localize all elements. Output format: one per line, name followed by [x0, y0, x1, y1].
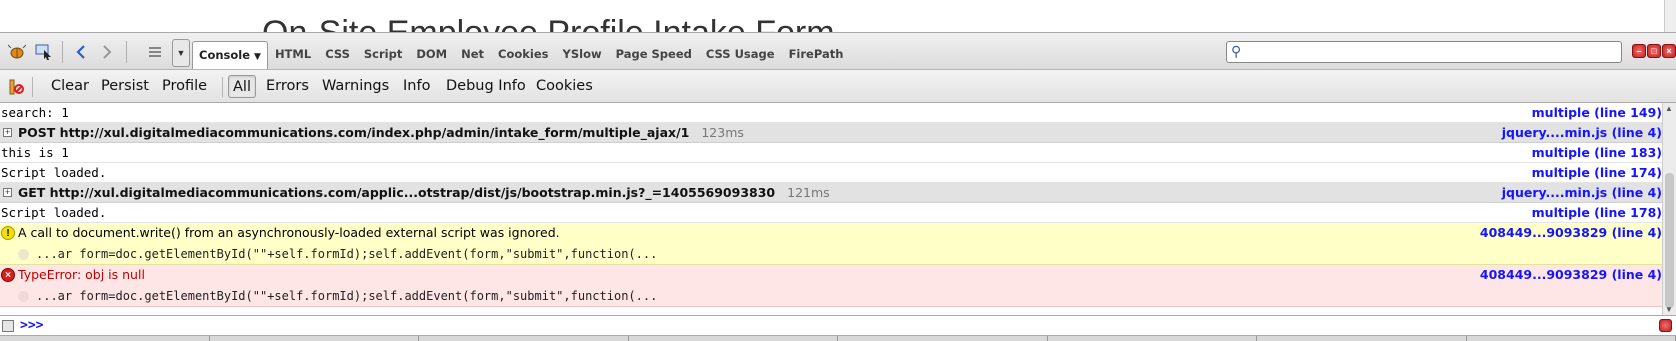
error-icon: × — [1, 268, 15, 282]
breakpoint-icon[interactable] — [18, 291, 29, 302]
close-command-line-icon[interactable] — [1659, 319, 1672, 332]
command-line[interactable]: >>> — [0, 315, 1676, 335]
source-link[interactable]: multiple (line 178) — [1532, 205, 1662, 220]
panel-tabs: Console ▼ HTML CSS Script DOM Net Cookies… — [192, 41, 850, 69]
filter-cookies-button[interactable]: Cookies — [536, 75, 593, 98]
log-row: this is 1 multiple (line 183) — [0, 143, 1662, 163]
panel-menu-dropdown[interactable]: ▼ — [172, 39, 190, 67]
log-row: Script loaded. multiple (line 174) — [0, 163, 1662, 183]
command-prompt: >>> — [20, 318, 44, 333]
close-icon[interactable]: × — [1662, 44, 1676, 58]
back-arrow-icon[interactable] — [70, 42, 92, 62]
forward-arrow-icon[interactable] — [96, 42, 118, 62]
persist-button[interactable]: Persist — [101, 75, 149, 98]
filter-errors-button[interactable]: Errors — [266, 75, 309, 98]
page-scrollbar[interactable] — [1664, 0, 1676, 32]
log-message: this is 1 — [1, 145, 69, 160]
breakpoint-icon[interactable] — [18, 249, 29, 260]
request-time: 121ms — [787, 185, 830, 200]
detach-window-icon[interactable]: □ — [1647, 44, 1661, 58]
tab-console[interactable]: Console ▼ — [192, 41, 268, 69]
tab-css-usage[interactable]: CSS Usage — [699, 41, 782, 69]
tab-firepath[interactable]: FirePath — [782, 41, 851, 69]
scrollbar-thumb[interactable] — [1665, 173, 1674, 308]
warning-row: ! A call to document.write() from an asy… — [0, 223, 1662, 265]
request-url: GET http://xul.digitalmediacommunication… — [18, 185, 776, 200]
console-log: search: 1 multiple (line 149) + POST htt… — [0, 103, 1662, 315]
toolbar-divider — [222, 77, 223, 97]
filter-debug-info-button[interactable]: Debug Info — [446, 75, 526, 98]
source-link[interactable]: multiple (line 149) — [1532, 105, 1662, 120]
net-request-row[interactable]: + GET http://xul.digitalmediacommunicati… — [0, 183, 1662, 203]
filter-info-button[interactable]: Info — [403, 75, 430, 98]
tab-page-speed[interactable]: Page Speed — [609, 41, 699, 69]
expand-icon[interactable]: + — [3, 188, 12, 197]
firebug-toolbar: ▼ Console ▼ HTML CSS Script DOM Net Cooki… — [0, 32, 1676, 70]
scroll-up-icon[interactable]: ▲ — [1665, 104, 1673, 113]
tab-yslow[interactable]: YSlow — [556, 41, 609, 69]
filter-all-button[interactable]: All — [228, 75, 256, 98]
profile-button[interactable]: Profile — [162, 75, 207, 98]
log-row: search: 1 multiple (line 149) — [0, 103, 1662, 123]
toolbar-divider — [126, 41, 127, 63]
warning-message: A call to document.write() from an async… — [18, 225, 560, 240]
request-url: POST http://xul.digitalmediacommunicatio… — [18, 125, 690, 140]
log-row: Script loaded. multiple (line 178) — [0, 203, 1662, 223]
firebug-icon[interactable] — [6, 42, 28, 62]
scroll-down-icon[interactable]: ▼ — [1665, 305, 1673, 314]
search-icon: ⚲ — [1231, 43, 1242, 59]
source-link[interactable]: 408449...9093829 (line 4) — [1480, 267, 1662, 282]
tab-script[interactable]: Script — [357, 41, 409, 69]
source-link[interactable]: multiple (line 183) — [1532, 145, 1662, 160]
tab-cookies[interactable]: Cookies — [491, 41, 555, 69]
tab-html[interactable]: HTML — [268, 41, 318, 69]
page-title: On-Site Employee Profile Intake Form — [262, 14, 835, 32]
log-message: search: 1 — [1, 105, 69, 120]
status-bar — [0, 335, 1676, 341]
tab-css[interactable]: CSS — [318, 41, 357, 69]
clear-button[interactable]: Clear — [51, 75, 89, 98]
list-icon[interactable] — [144, 42, 166, 62]
source-snippet: ...ar form=doc.getElementById(""+self.fo… — [36, 247, 658, 261]
command-editor-icon[interactable] — [2, 320, 14, 332]
expand-icon[interactable]: + — [3, 128, 12, 137]
error-message: TypeError: obj is null — [18, 267, 145, 282]
source-link[interactable]: jquery....min.js (line 4) — [1502, 125, 1662, 140]
log-message: Script loaded. — [1, 205, 107, 220]
source-link[interactable]: jquery....min.js (line 4) — [1502, 185, 1662, 200]
log-scrollbar[interactable]: ▲ ▼ — [1662, 103, 1676, 315]
toolbar-divider — [32, 77, 33, 97]
source-snippet: ...ar form=doc.getElementById(""+self.fo… — [36, 289, 658, 303]
source-link[interactable]: multiple (line 174) — [1532, 165, 1662, 180]
warning-icon: ! — [1, 226, 15, 240]
console-toolbar: Clear Persist Profile All Errors Warning… — [0, 70, 1676, 103]
clear-console-icon[interactable] — [8, 78, 24, 96]
minimize-icon[interactable]: – — [1632, 44, 1646, 58]
toolbar-divider — [62, 41, 63, 63]
source-link[interactable]: 408449...9093829 (line 4) — [1480, 225, 1662, 240]
search-input[interactable]: ⚲ — [1226, 41, 1622, 63]
inspect-icon[interactable] — [33, 42, 55, 62]
tab-dom[interactable]: DOM — [409, 41, 454, 69]
log-message: Script loaded. — [1, 165, 107, 180]
chevron-down-icon: ▼ — [254, 52, 261, 62]
page-viewport-strip: On-Site Employee Profile Intake Form — [0, 0, 1676, 32]
tab-net[interactable]: Net — [454, 41, 491, 69]
net-request-row[interactable]: + POST http://xul.digitalmediacommunicat… — [0, 123, 1662, 143]
request-time: 123ms — [701, 125, 744, 140]
error-row: × TypeError: obj is null ...ar form=doc.… — [0, 265, 1662, 307]
filter-warnings-button[interactable]: Warnings — [322, 75, 389, 98]
